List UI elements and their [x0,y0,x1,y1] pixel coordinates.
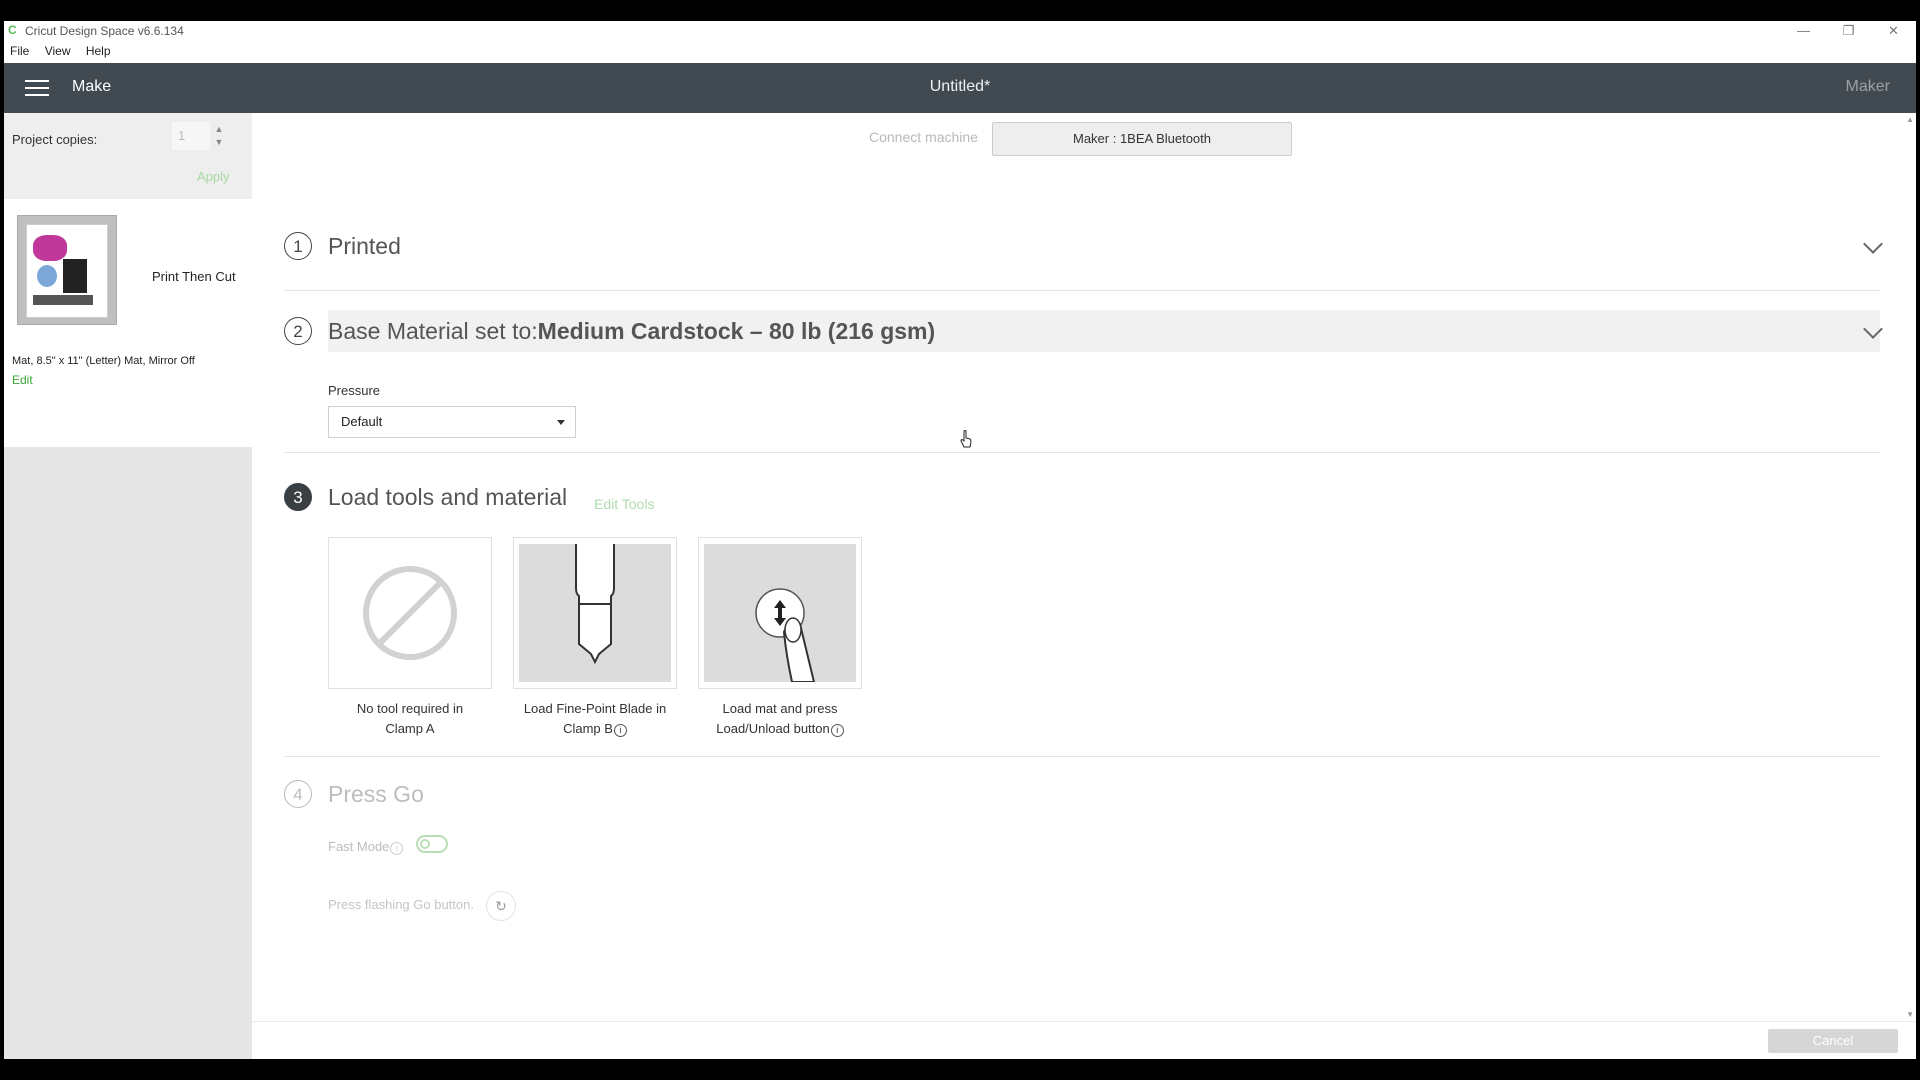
cancel-button[interactable]: Cancel [1768,1029,1898,1053]
copies-stepper[interactable]: ▲ ▼ [212,123,226,151]
step-2-number: 2 [284,317,312,345]
no-tool-icon [363,566,457,660]
close-icon[interactable]: ✕ [1871,21,1916,41]
mouse-cursor-icon [960,430,972,448]
press-go-instruction: Press flashing Go button. [328,897,474,912]
fine-point-blade-icon [575,544,615,665]
app-window: C Cricut Design Space v6.6.134 — ❐ ✕ Fil… [4,21,1916,1059]
mat-info: Mat, 8.5" x 11" (Letter) Mat, Mirror Off [12,355,195,367]
caret-down-icon [557,420,565,425]
pressure-value: Default [341,414,383,429]
mat-thumbnail[interactable] [17,215,117,325]
chevron-down-icon[interactable] [1863,234,1883,254]
window-title: Cricut Design Space v6.6.134 [25,24,184,38]
connect-machine-button[interactable]: Maker : 1BEA Bluetooth [992,122,1292,156]
scroll-up-icon[interactable]: ▲ [1906,115,1914,124]
divider [284,756,1880,757]
mat-card[interactable]: Print Then Cut Mat, 8.5" x 11" (Letter) … [4,199,252,447]
document-title: Untitled* [929,78,991,95]
info-icon[interactable]: i [390,842,404,855]
go-button-icon: ↻ [486,891,516,921]
cricut-logo-icon: C [8,23,17,37]
mat-edit-link[interactable]: Edit [12,373,33,387]
divider [284,290,1880,291]
base-material-value: Medium Cardstock – 80 lb (216 gsm) [537,318,936,344]
restore-icon[interactable]: ❐ [1826,21,1871,41]
edit-tools-link[interactable]: Edit Tools [594,496,654,512]
divider [284,452,1880,453]
main-content: Connect machine Maker : 1BEA Bluetooth 1… [252,113,1916,1021]
info-icon[interactable]: i [613,724,627,737]
step-4-title: Press Go [328,781,424,807]
connect-machine-label: Connect machine [869,129,978,145]
base-material-prefix: Base Material set to: [328,318,538,344]
scroll-down-icon[interactable]: ▼ [1906,1010,1914,1019]
tool-caption-load-mat: Load mat and press Load/Unload button i [692,699,868,739]
step-1-number: 1 [284,232,312,260]
step-4-number: 4 [284,780,312,808]
stepper-up-icon[interactable]: ▲ [212,123,226,136]
pressure-label: Pressure [328,383,381,398]
pressure-select[interactable]: Default [328,406,576,438]
menu-bar: File View Help [4,41,1916,61]
fast-mode-toggle[interactable] [416,835,448,853]
fast-mode-label: Fast Mode i [328,839,404,855]
mat-mode-label: Print Then Cut [152,269,236,284]
step-3-number: 3 [284,483,312,511]
footer: Cancel [252,1021,1916,1059]
tool-caption-clamp-a: No tool required in Clamp A [356,701,464,736]
step-2-title[interactable]: Base Material set to:Medium Cardstock – … [328,318,935,345]
title-bar: C Cricut Design Space v6.6.134 — ❐ ✕ [4,21,1916,41]
step-3-title: Load tools and material [328,484,568,510]
preview-art-circle [37,265,57,287]
project-copies-label: Project copies: [12,132,98,147]
stepper-down-icon[interactable]: ▼ [212,136,226,149]
step-1-title: Printed [328,233,401,259]
menu-help[interactable]: Help [80,41,117,58]
tool-card-clamp-b [513,537,677,689]
mat-preview-page [26,224,108,318]
project-copies-input[interactable]: 1 [172,122,210,150]
preview-art-block [63,259,87,293]
tool-card-clamp-a [328,537,492,689]
preview-art-text [33,295,93,305]
project-copies-panel: Project copies: 1 ▲ ▼ Apply [4,113,252,200]
apply-button[interactable]: Apply [197,169,230,184]
minimize-icon[interactable]: — [1781,21,1826,41]
tool-card-load-mat [698,537,862,689]
left-panel: Project copies: 1 ▲ ▼ Apply Print Then C… [4,113,252,1059]
preview-art-flower [33,235,67,261]
load-unload-button-icon [755,588,816,683]
machine-label: Maker [1845,78,1890,95]
window-controls: — ❐ ✕ [1781,21,1916,41]
app-header: Make Untitled* Maker [4,63,1916,113]
menu-file[interactable]: File [4,41,35,58]
info-icon[interactable]: i [830,724,844,737]
menu-view[interactable]: View [39,41,77,58]
tool-caption-clamp-b: Load Fine-Point Blade in Clamp Bi [523,701,667,737]
